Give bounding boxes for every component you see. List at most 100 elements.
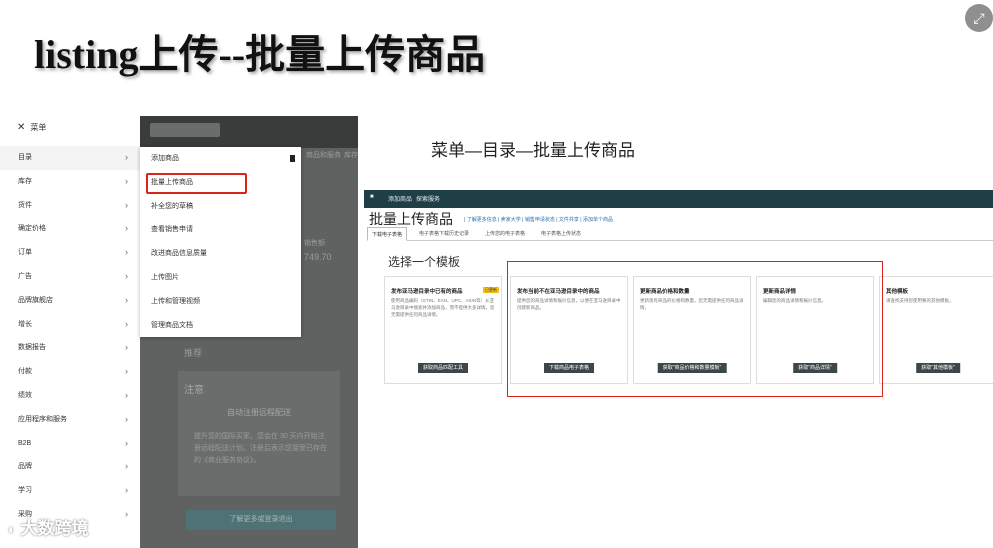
watermark-logo-icon: ◐ [8,521,17,537]
menu-icon[interactable]: ■ [370,194,374,200]
sales-value: 749.70 [304,252,332,262]
topbar-link[interactable]: 添加商品 [388,194,412,203]
chevron-right-icon: › [125,223,128,234]
menu-item-label: 应用程序和服务 [18,415,67,423]
top-nav-bar: ■ 添加商品 探索服务 [364,190,993,208]
menu-item-pricing[interactable]: 确定价格 › [0,217,140,241]
tab-upload-spreadsheet[interactable]: 上传您的电子表格 [481,227,529,241]
learn-more-button[interactable]: 了解更多或登录退出 [186,510,336,530]
chevron-right-icon: › [125,247,128,258]
chevron-right-icon: › [125,270,128,281]
dropdown-item-videos[interactable]: 上传和管理视频 [140,290,301,314]
catalog-dropdown: 添加商品 批量上传商品 补全您的草稿 查看销售申请 改进商品信息质量 上传图片 … [140,147,301,337]
menu-item-brands[interactable]: 品牌 › [0,455,140,479]
menu-item-inventory[interactable]: 库存 › [0,170,140,194]
template-card: 发布亚马逊目录中已有的商品 已更新 使用商品编码（GTIN、EAN、UPC、AS… [384,276,502,384]
menu-item-label: 广告 [18,272,32,280]
notice-body: 提升您的国际买家。您会在 30 天内开始注册远程配送计划。注册后表示您接受已存在… [194,433,327,464]
menu-item-shipments[interactable]: 货件 › [0,194,140,218]
tab-bar: 下载电子表格 电子表格下载历史记录 上传您的电子表格 电子表格上传状态 [367,227,993,241]
chevron-right-icon: › [125,294,128,305]
notice-box: 注意 自动注册远程配送 提升您的国际买家。您会在 30 天内开始注册远程配送计划… [178,371,340,496]
menu-item-reports[interactable]: 数据报告 › [0,336,140,360]
template-section-title: 选择一个模板 [388,255,461,269]
red-highlight-box [507,261,883,397]
updated-badge: 已更新 [483,287,499,293]
menu-item-learn[interactable]: 学习 › [0,479,140,503]
dropdown-item-documents[interactable]: 管理商品文档 [140,314,301,338]
dropdown-item-sales-requests[interactable]: 查看销售申请 [140,218,301,242]
menu-item-label: 货件 [18,201,32,209]
menu-item-payments[interactable]: 付款 › [0,360,140,384]
menu-list: 目录 › 库存 › 货件 › 确定价格 › 订单 › 广告 › 品牌旗舰店 › 增长 › 数据报… [0,146,140,527]
menu-item-label: 付款 [18,368,32,376]
watermark-text: 大数跨境 [20,519,89,538]
blurred-logo [150,123,220,137]
menu-item-label: 品牌 [18,463,32,471]
tab-download-history[interactable]: 电子表格下载历史记录 [415,227,473,241]
menu-item-label: 库存 [18,177,32,185]
nav-fragment: 库存 [344,152,358,159]
bulk-upload-screenshot: ■ 添加商品 探索服务 批量上传商品 | 了解更多信息 | 卖家大学 | 销售申… [364,190,993,400]
menu-item-orders[interactable]: 订单 › [0,241,140,265]
template-card: 其他模板 请查找支持您使用要的其他模板。 获取"其他模板" [879,276,993,384]
menu-item-label: 增长 [18,320,32,328]
menu-item-apps[interactable]: 应用程序和服务 › [0,408,140,432]
chevron-right-icon: › [125,342,128,353]
dropdown-item-listing-quality[interactable]: 改进商品信息质量 [140,242,301,266]
card-description: 请查找支持您使用要的其他模板。 [886,298,954,303]
menu-item-stores[interactable]: 品牌旗舰店 › [0,289,140,313]
menu-item-label: 目录 [18,154,32,161]
close-icon[interactable]: ✕ [17,122,25,133]
menu-item-label: 品牌旗舰店 [18,296,53,304]
navigation-caption: 菜单—目录—批量上传商品 [431,141,635,160]
page-title: 批量上传商品 [369,211,453,227]
dropdown-item-upload-images[interactable]: 上传图片 [140,266,301,290]
chevron-right-icon: › [125,485,128,496]
notice-title: 注意 [184,385,204,396]
notice-heading: 自动注册远程配送 [227,408,291,417]
menu-header: ✕ 菜单 [17,122,46,133]
card-button[interactable]: 获取"其他模板" [916,363,960,373]
menu-screenshot: ✕ 菜单 目录 › 库存 › 货件 › 确定价格 › 订单 › 广告 › 品牌旗舰店 › 增长 ›… [0,116,358,548]
dropdown-item-add-product[interactable]: 添加商品 [140,147,301,171]
menu-item-catalog[interactable]: 目录 › [0,146,140,170]
dropdown-item-drafts[interactable]: 补全您的草稿 [140,195,301,219]
slide-title: listing上传--批量上传商品 [34,32,486,77]
chevron-right-icon: › [125,508,128,519]
chevron-right-icon: › [125,318,128,329]
menu-item-growth[interactable]: 增长 › [0,313,140,337]
red-highlight-box [146,173,247,194]
menu-item-label: 订单 [18,249,32,257]
menu-item-performance[interactable]: 绩效 › [0,384,140,408]
chevron-right-icon: › [125,413,128,424]
card-description: 使用商品编码（GTIN、EAN、UPC、ASIN等）从亚马逊目录中搜索并添加商品… [391,298,495,317]
card-title: 其他模板 [886,289,909,295]
chevron-right-icon: › [125,461,128,472]
tab-upload-status[interactable]: 电子表格上传状态 [537,227,585,241]
menu-item-b2b[interactable]: B2B › [0,432,140,456]
menu-header-label: 菜单 [30,123,47,132]
chevron-right-icon: › [125,175,128,186]
topbar-link[interactable]: 探索服务 [416,194,440,203]
expand-icon[interactable]: ⤢ [965,4,993,32]
chevron-right-icon: › [125,366,128,377]
nav-fragment: 商品和服务 [306,152,341,159]
side-menu: ✕ 菜单 目录 › 库存 › 货件 › 确定价格 › 订单 › 广告 › 品牌旗舰店 › 增长 ›… [0,116,140,548]
menu-item-label: 确定价格 [18,225,46,233]
chevron-right-icon: › [125,437,128,448]
menu-item-label: B2B [18,439,32,447]
watermark: ◐ 大数跨境 [8,514,88,539]
chevron-right-icon: › [125,152,128,162]
card-title: 发布亚马逊目录中已有的商品 [391,289,463,295]
sales-label: 销售额 [304,240,325,247]
help-links[interactable]: | 了解更多信息 | 卖家大学 | 销售申请状态 | 文件共享 | 添加单个商品 [464,216,613,223]
chevron-right-icon: › [125,199,128,210]
menu-item-label: 绩效 [18,391,32,399]
menu-item-advertising[interactable]: 广告 › [0,265,140,289]
chevron-right-icon: › [125,389,128,400]
menu-item-label: 数据报告 [18,344,46,352]
dimmed-topbar [140,116,358,148]
card-button[interactable]: 获取商品匹配工具 [417,363,469,373]
tab-download-template[interactable]: 下载电子表格 [367,227,408,241]
